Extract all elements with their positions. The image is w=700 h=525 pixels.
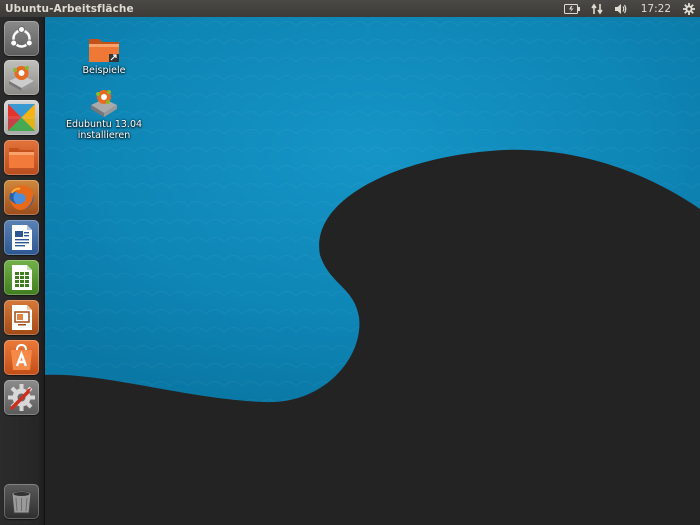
battery-icon[interactable] [563,0,580,17]
ubuntu-logo-icon [10,26,33,48]
impress-icon [12,305,32,330]
trash-icon [11,490,32,514]
indicator-area: 17:22 [553,0,700,17]
settings-icon [8,384,35,411]
clock[interactable]: 17:22 [641,3,671,15]
installer-icon [91,90,117,117]
desktop-icon-edubuntu-installer[interactable]: Edubuntu 13.04 installieren [62,87,146,141]
installer-icon [9,66,34,91]
launcher-item-trash[interactable] [4,484,39,519]
launcher-item-libreoffice-impress[interactable] [4,300,39,335]
writer-icon [12,225,32,250]
desktop-icon-label-line2: installieren [77,130,131,141]
firefox-icon [9,185,34,210]
desktop[interactable]: Beispiele Edubuntu 13.04 installieren [44,17,700,525]
window-title: Ubuntu-Arbeitsfläche [5,2,134,15]
desktop-icon-label-line1: Edubuntu 13.04 [65,119,143,130]
folder-icon [89,39,119,62]
launcher [0,17,45,525]
launcher-item-xul-app[interactable] [4,100,39,135]
launcher-item-libreoffice-writer[interactable] [4,220,39,255]
launcher-item-system-settings[interactable] [4,380,39,415]
network-icon[interactable] [591,0,603,17]
launcher-item-firefox[interactable] [4,180,39,215]
launcher-item-software-center[interactable] [4,340,39,375]
software-center-icon [11,343,32,370]
desktop-icon-beispiele[interactable]: Beispiele [62,35,146,76]
volume-icon[interactable] [614,0,627,17]
calc-icon [12,265,32,290]
desktop-icon-label: Beispiele [82,65,126,76]
launcher-item-edubuntu-installer[interactable] [4,60,39,95]
session-gear-icon[interactable] [683,0,695,17]
folder-icon [9,148,34,168]
launcher-item-home-folder[interactable] [4,140,39,175]
launcher-item-dash-home[interactable] [4,21,39,56]
colored-x-icon [8,104,35,131]
launcher-item-libreoffice-calc[interactable] [4,260,39,295]
top-panel: Ubuntu-Arbeitsfläche 17:22 [0,0,700,17]
